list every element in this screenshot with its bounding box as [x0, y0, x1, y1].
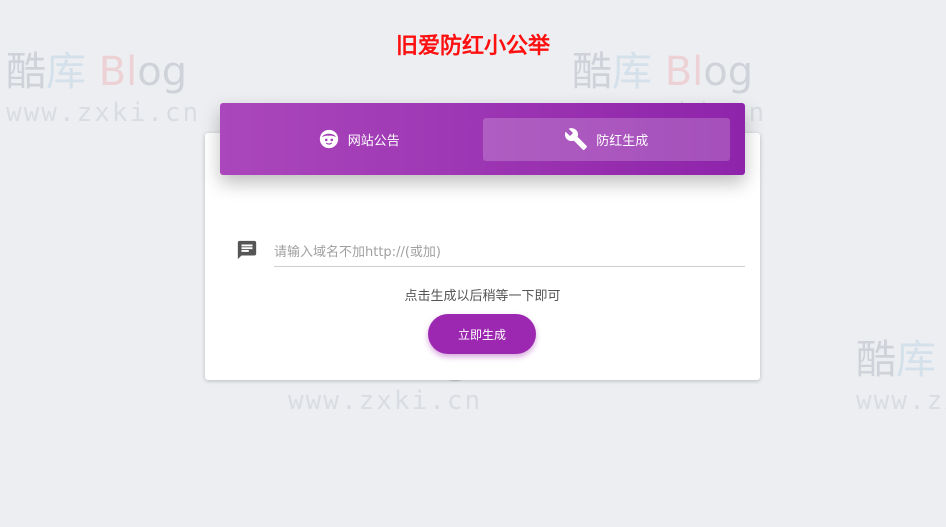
page-title: 旧爱防红小公举: [395, 34, 550, 59]
watermark-char: 库: [896, 338, 936, 383]
watermark-url: www.zxki.cn: [6, 98, 201, 128]
watermark-char: 酷: [856, 338, 896, 383]
domain-input-row: [236, 238, 745, 268]
tab-generate[interactable]: 防红生成: [482, 117, 730, 161]
watermark: 酷库 Blog www.zxki.cn: [6, 50, 200, 128]
domain-input[interactable]: [274, 238, 745, 267]
page: 酷库 Blog www.zxki.cn 酷库 Blog www.zxki.cn …: [0, 0, 946, 527]
watermark-url: www.zxki.cn: [288, 386, 483, 416]
tab-bar: 网站公告 防红生成: [220, 103, 745, 175]
message-icon: [237, 240, 257, 260]
tab-announcement[interactable]: 网站公告: [235, 118, 483, 161]
wrench-icon: [565, 128, 588, 150]
generate-button[interactable]: 立即生成: [428, 314, 536, 354]
watermark: 酷库 www.zxki.cn: [856, 338, 946, 416]
hint-text: 点击生成以后稍等一下即可: [404, 289, 561, 304]
tab-label: 防红生成: [596, 133, 649, 149]
face-icon: [319, 129, 338, 149]
tab-label: 网站公告: [347, 133, 400, 149]
watermark-url: www.zxki.cn: [856, 386, 946, 416]
